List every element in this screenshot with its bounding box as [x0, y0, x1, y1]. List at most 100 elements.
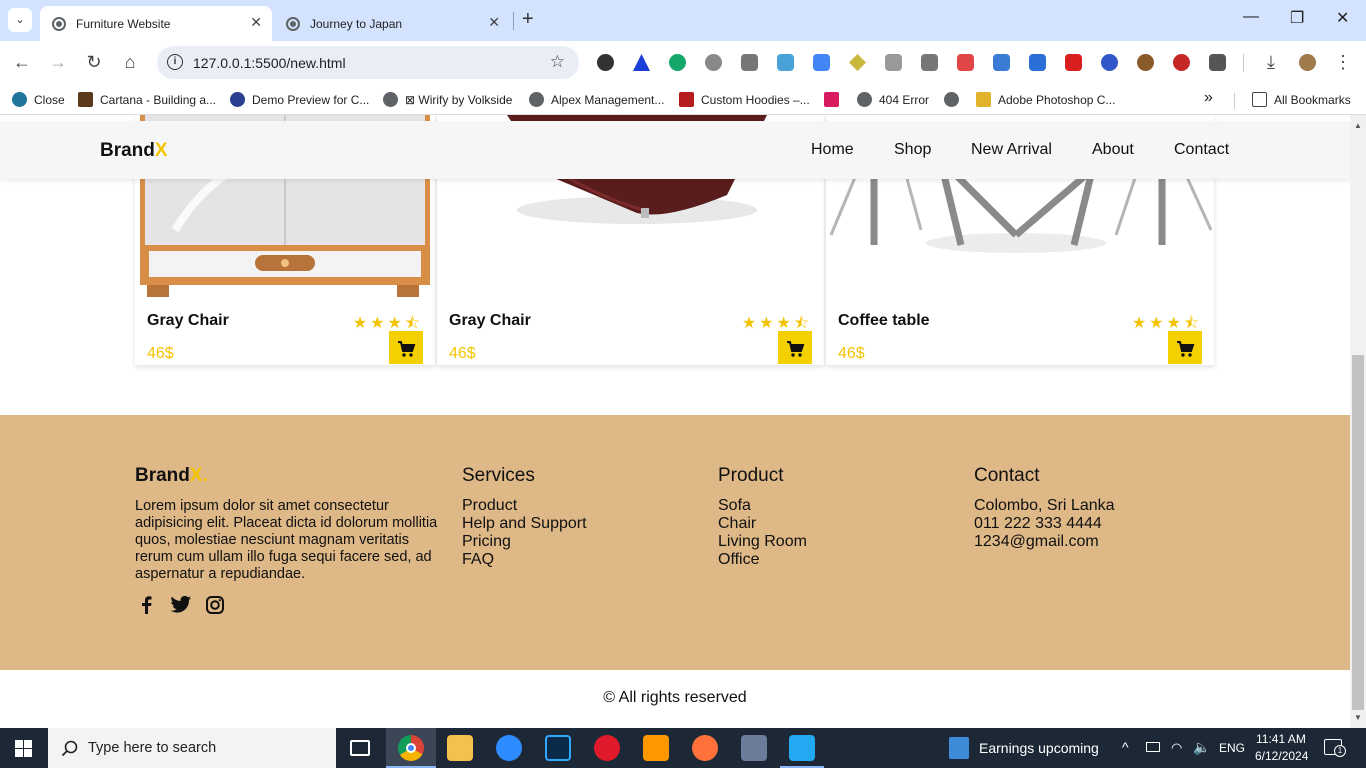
footer-link[interactable]: Office — [718, 551, 807, 569]
chevron-up-icon[interactable]: ^ — [1122, 739, 1129, 755]
taskbar-search-input[interactable]: Type here to search — [48, 728, 336, 768]
extension-k-icon[interactable] — [597, 54, 614, 71]
nav-link-shop[interactable]: Shop — [894, 141, 931, 159]
browser-toolbar: ← → ↻ ⌂ i 127.0.0.1:5500/new.html ☆ ⤓ ⋮ — [0, 41, 1366, 85]
battery-icon[interactable] — [1146, 742, 1160, 752]
download-extension-icon[interactable] — [1029, 54, 1046, 71]
home-button[interactable]: ⌂ — [119, 52, 141, 73]
wordpress-icon[interactable] — [705, 54, 722, 71]
chrome-taskbar-app[interactable] — [386, 728, 436, 768]
tab-furniture-website[interactable]: Furniture Website ✕ — [40, 6, 272, 41]
bookmark-item[interactable]: Adobe Photoshop C... — [976, 92, 1115, 107]
footer-link[interactable]: Living Room — [718, 533, 807, 551]
firefox-icon[interactable] — [692, 735, 718, 761]
nav-link-about[interactable]: About — [1092, 141, 1134, 159]
notification-icon[interactable]: 1 — [1324, 739, 1346, 757]
scroll-down-arrow[interactable]: ▼ — [1354, 713, 1362, 722]
forward-button[interactable]: → — [47, 52, 69, 73]
footer-link[interactable]: Chair — [718, 515, 807, 533]
extension-globe-icon[interactable] — [1101, 54, 1118, 71]
facebook-icon[interactable] — [137, 595, 157, 615]
link-icon[interactable] — [993, 54, 1010, 71]
add-to-cart-button[interactable] — [778, 331, 812, 364]
file-explorer-icon[interactable] — [447, 735, 473, 761]
bookmark-item[interactable]: Close — [12, 92, 65, 107]
downloads-icon[interactable]: ⤓ — [1260, 52, 1282, 73]
close-tab-icon[interactable]: ✕ — [488, 14, 500, 31]
translate-icon[interactable] — [813, 54, 830, 71]
bookmarks-bar: Close Cartana - Building a... Demo Previ… — [0, 85, 1366, 115]
news-widget[interactable]: Earnings upcoming — [945, 728, 1105, 768]
zoom-icon[interactable] — [496, 735, 522, 761]
grammarly-icon[interactable] — [669, 54, 686, 71]
puzzle-icon[interactable] — [1209, 54, 1226, 71]
twitter-icon[interactable] — [170, 595, 192, 615]
more-bookmarks-button[interactable]: » — [1204, 89, 1213, 107]
site-logo[interactable]: BrandX — [100, 140, 168, 162]
new-tab-button[interactable]: + — [522, 8, 534, 31]
volume-icon[interactable]: 🔈 — [1193, 739, 1210, 756]
clock-date[interactable]: 6/12/2024 — [1255, 749, 1308, 763]
bookmark-item[interactable] — [824, 92, 846, 107]
cart-icon — [1177, 341, 1195, 357]
site-info-icon[interactable]: i — [167, 54, 183, 70]
close-tab-icon[interactable]: ✕ — [250, 14, 262, 31]
menu-icon[interactable]: ⋮ — [1332, 52, 1354, 73]
add-to-cart-button[interactable] — [1168, 331, 1202, 364]
clock-time[interactable]: 11:41 AM — [1256, 732, 1306, 746]
scroll-up-arrow[interactable]: ▲ — [1354, 121, 1362, 130]
photoshop-icon[interactable] — [545, 735, 571, 761]
footer-link[interactable]: Help and Support — [462, 515, 587, 533]
instagram-icon[interactable] — [205, 595, 225, 615]
footer-product-title: Product — [718, 465, 784, 486]
bookmark-item[interactable]: Alpex Management... — [529, 92, 664, 107]
add-to-cart-button[interactable] — [389, 331, 423, 364]
screenshot-icon[interactable] — [957, 54, 974, 71]
opera-icon[interactable] — [594, 735, 620, 761]
nav-link-new-arrival[interactable]: New Arrival — [971, 141, 1052, 159]
close-window-button[interactable]: ✕ — [1336, 8, 1349, 28]
vscode-taskbar-app[interactable] — [780, 728, 824, 768]
extension-s-icon[interactable] — [1173, 54, 1190, 71]
nav-link-home[interactable]: Home — [811, 141, 854, 159]
network-app-icon[interactable] — [741, 735, 767, 761]
minimize-button[interactable]: — — [1243, 8, 1259, 26]
bank-icon[interactable] — [741, 54, 758, 71]
language-indicator[interactable]: ENG — [1219, 741, 1245, 755]
cookie-icon[interactable] — [1137, 54, 1154, 71]
all-bookmarks-button[interactable]: All Bookmarks — [1252, 92, 1351, 107]
bookmark-item[interactable]: ⊠ Wirify by Volkside — [383, 92, 512, 107]
bookmark-item[interactable]: Demo Preview for C... — [230, 92, 369, 107]
scrollbar-thumb[interactable] — [1352, 355, 1364, 710]
footer-link[interactable]: Pricing — [462, 533, 587, 551]
tab-search-button[interactable]: ⌄ — [8, 8, 32, 32]
toolbar-divider — [1243, 54, 1244, 72]
extension-wave-icon[interactable] — [777, 54, 794, 71]
text-icon[interactable] — [885, 54, 902, 71]
extension-red-icon[interactable] — [1065, 54, 1082, 71]
bookmark-item[interactable]: Cartana - Building a... — [78, 92, 216, 107]
task-view-icon[interactable] — [350, 740, 370, 756]
extension-triangle-icon[interactable] — [633, 54, 650, 71]
sublime-text-icon[interactable] — [643, 735, 669, 761]
footer-link[interactable]: FAQ — [462, 551, 587, 569]
profile-avatar[interactable] — [1299, 54, 1316, 71]
bookmark-star-icon[interactable]: ☆ — [550, 52, 565, 72]
star-icon: ★★★ — [352, 315, 405, 332]
footer-link[interactable]: Sofa — [718, 497, 807, 515]
camera-icon[interactable] — [921, 54, 938, 71]
bookmark-item[interactable]: Custom Hoodies –... — [679, 92, 810, 107]
bookmark-item[interactable]: 404 Error — [857, 92, 929, 107]
address-bar[interactable]: i 127.0.0.1:5500/new.html ☆ — [157, 46, 579, 79]
reload-button[interactable]: ↻ — [83, 52, 105, 73]
bookmark-item[interactable] — [944, 92, 966, 107]
page-scrollbar[interactable]: ▲ ▼ — [1350, 115, 1366, 728]
extension-gem-icon[interactable] — [849, 54, 866, 71]
restore-button[interactable]: ❐ — [1290, 8, 1304, 28]
nav-link-contact[interactable]: Contact — [1174, 141, 1229, 159]
footer-link[interactable]: Product — [462, 497, 587, 515]
tab-journey-to-japan[interactable]: Journey to Japan ✕ — [274, 6, 510, 41]
windows-start-icon[interactable] — [15, 740, 32, 757]
wifi-icon[interactable]: ◠ — [1171, 740, 1182, 756]
back-button[interactable]: ← — [11, 52, 33, 73]
